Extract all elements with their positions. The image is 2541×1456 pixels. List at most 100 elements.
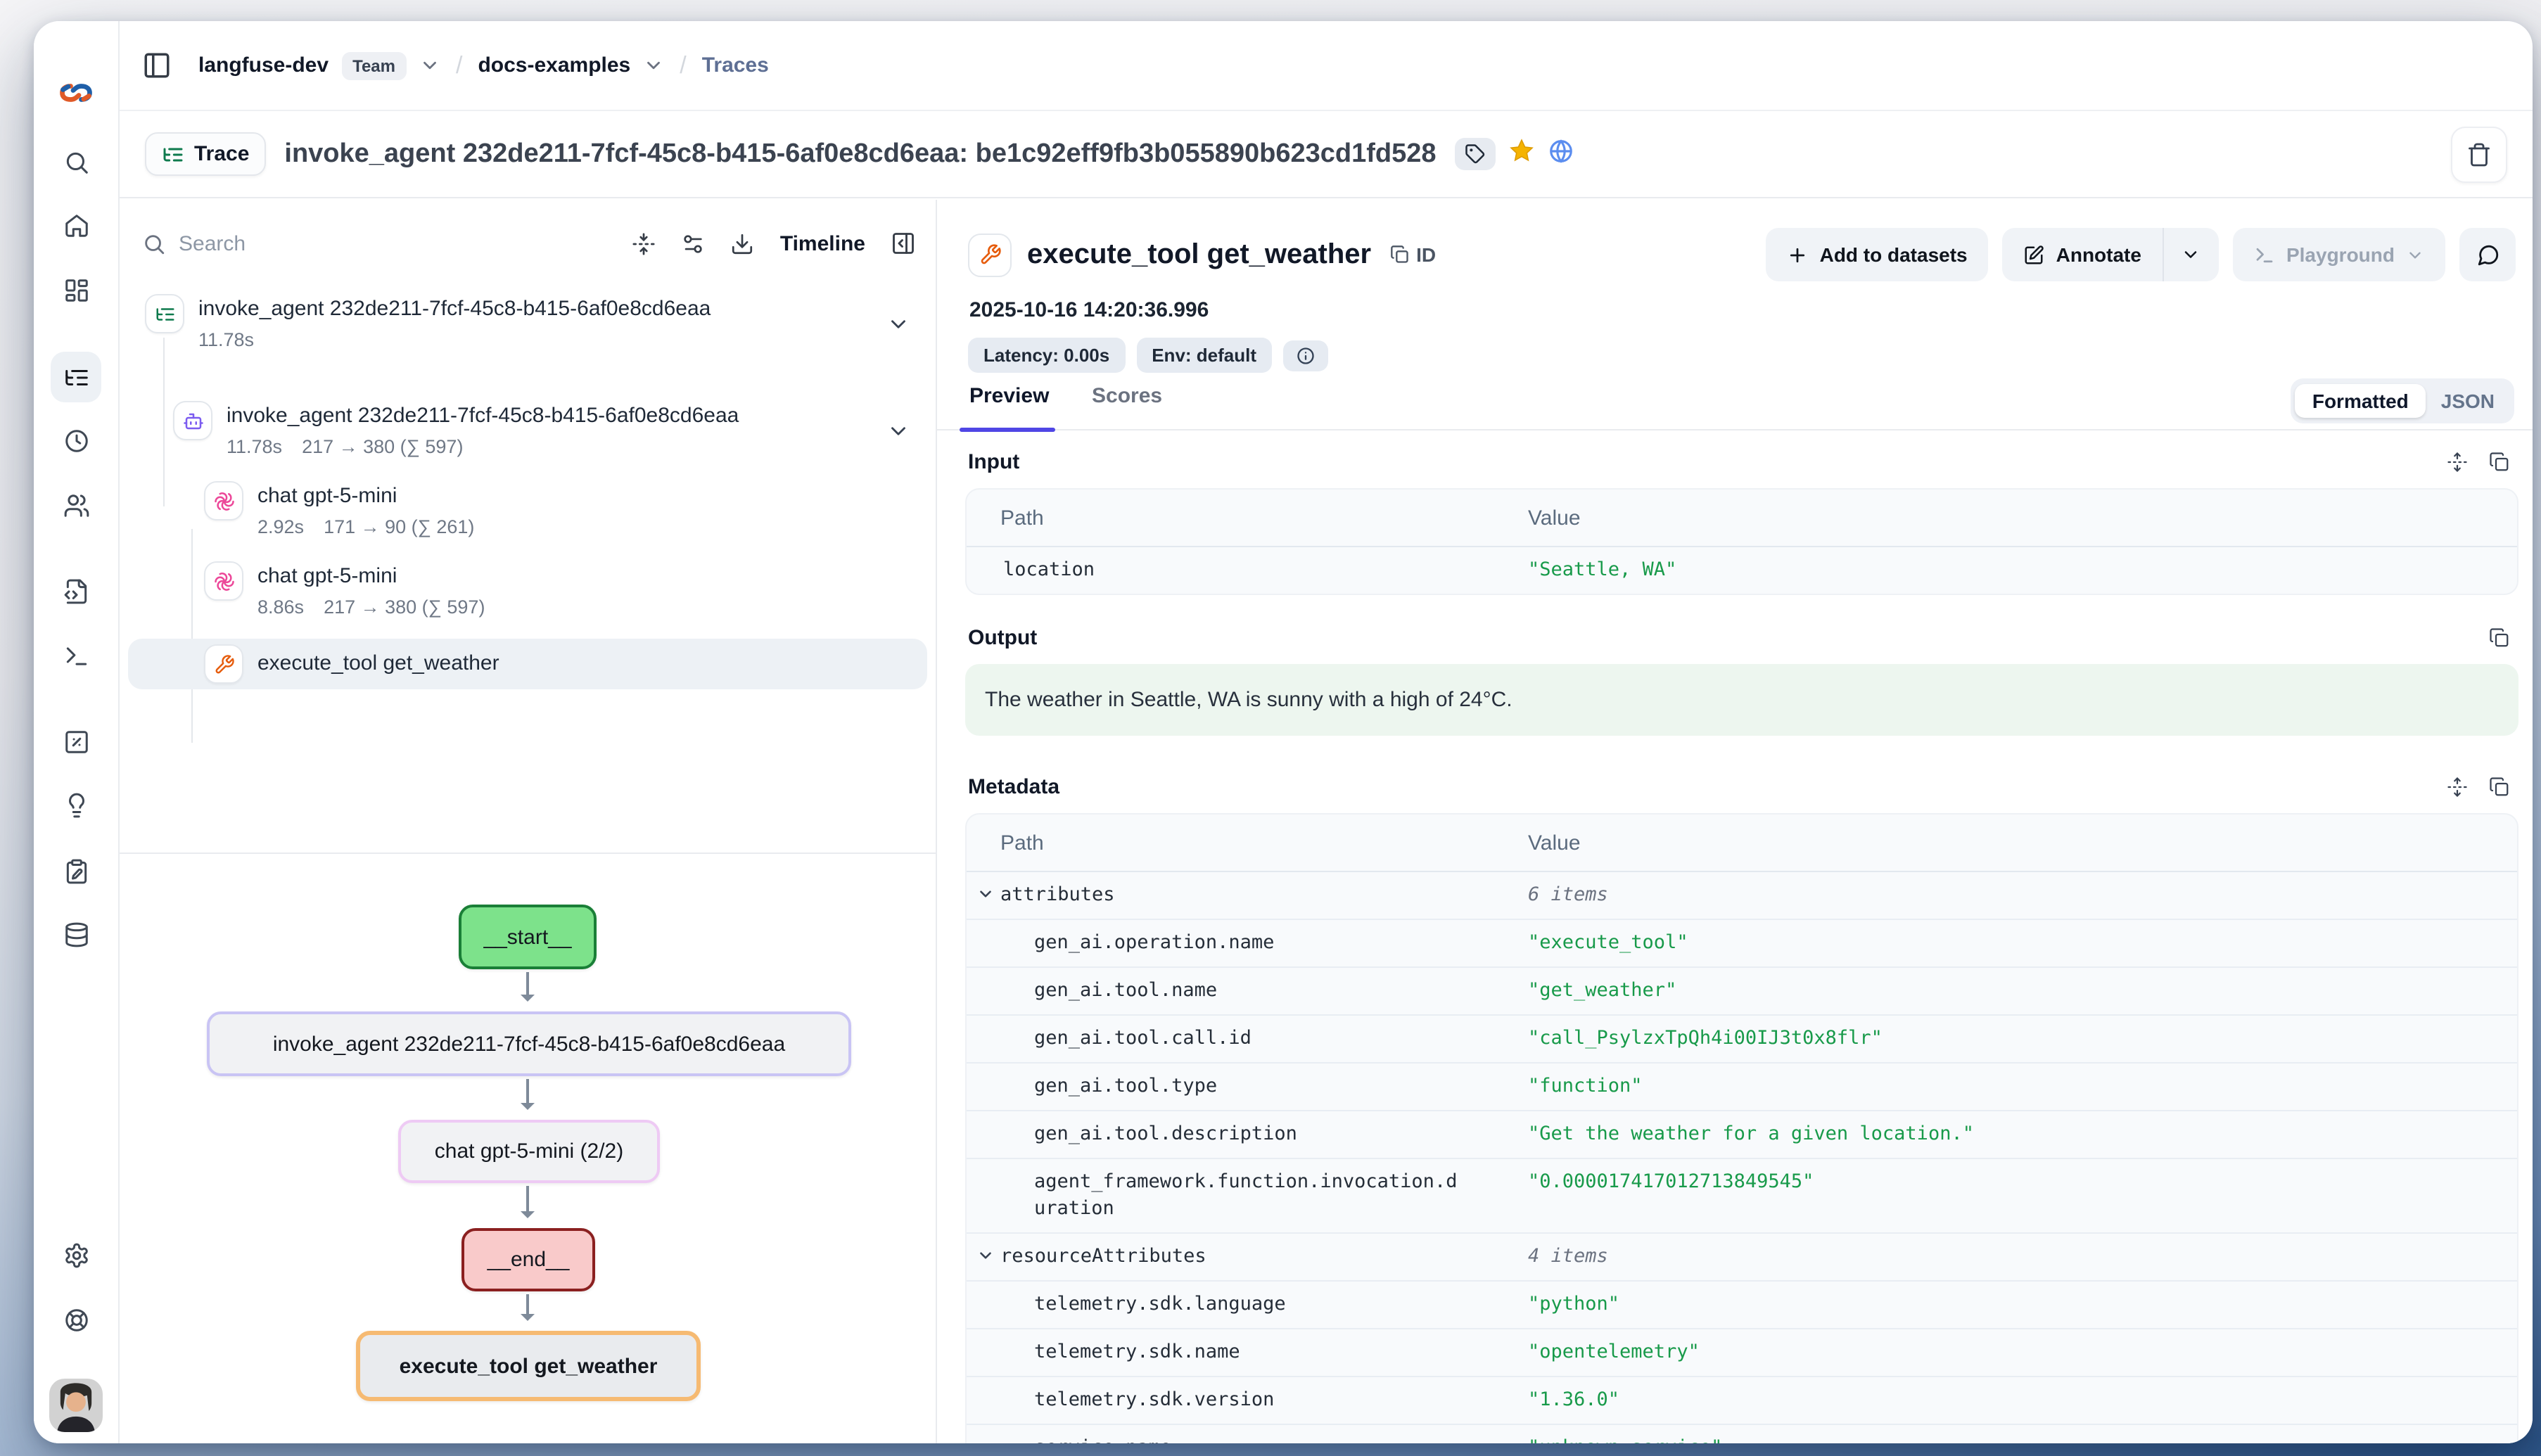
table-row: gen_ai.tool.type"function" [967,1064,2517,1111]
tree-item-title: invoke_agent 232de211-7fcf-45c8-b415-6af… [227,394,927,430]
row-path: gen_ai.tool.call.id [967,1026,1528,1052]
search-input[interactable] [179,231,390,255]
tree-item-generation[interactable]: chat gpt-5-mini2.92s171 → 90 (∑ 261) [128,474,927,554]
row-path: resourceAttributes [967,1244,1528,1270]
breadcrumb-section-traces[interactable]: Traces [702,53,769,77]
comments-button[interactable] [2459,228,2516,281]
tags-button[interactable] [1454,138,1495,170]
chevron-down-icon[interactable] [886,312,910,336]
breadcrumb-org[interactable]: langfuse-dev [198,53,329,77]
table-row: gen_ai.operation.name"execute_tool" [967,920,2517,968]
agent-graph-panel: __start__ invoke_agent 232de211-7fcf-45c8… [120,852,936,1443]
org-logo [55,72,97,121]
chevron-down-icon[interactable] [643,55,664,76]
row-path: agent_framework.function.invocation.dura… [967,1169,1528,1222]
public-globe-icon[interactable] [1547,137,1574,171]
copy-icon [1389,245,1409,264]
tab-scores[interactable]: Scores [1092,384,1162,408]
table-row: telemetry.sdk.language"python" [967,1282,2517,1329]
graph-edge-arrow [526,1294,529,1320]
chevron-down-icon[interactable] [419,55,440,76]
graph-node-chat[interactable]: chat gpt-5-mini (2/2) [398,1120,660,1183]
breadcrumb-project[interactable]: docs-examples [478,53,630,77]
trace-icon [145,294,184,333]
timeline-toggle[interactable]: Timeline [780,231,865,255]
expand-section-button[interactable] [2447,452,2468,473]
nav-support-lifebuoy-icon[interactable] [51,1294,101,1345]
graph-node-execute-tool[interactable]: execute_tool get_weather [356,1331,701,1401]
nav-tracing-tree-icon[interactable] [51,352,101,402]
breadcrumb: langfuse-dev Team / docs-examples / Trac… [120,21,2533,111]
table-row: telemetry.sdk.name"opentelemetry" [967,1329,2517,1377]
table-row: location"Seattle, WA" [967,547,2517,594]
annotate-button[interactable]: Annotate [2003,228,2163,281]
observation-title: execute_tool get_weather [1027,238,1371,271]
collapse-all-button[interactable] [632,231,656,255]
metadata-section-heading: Metadata [968,775,1059,799]
env-badge: Env: default [1136,338,1272,373]
tree-item-title: chat gpt-5-mini [257,554,927,591]
table-group-row[interactable]: resourceAttributes4 items [967,1234,2517,1282]
user-avatar[interactable] [49,1379,103,1432]
annotate-dropdown-button[interactable] [2163,228,2219,281]
tree-settings-button[interactable] [682,231,706,255]
copy-metadata-button[interactable] [2489,777,2510,798]
nav-datasets-database-icon[interactable] [51,909,101,959]
row-value: "call_PsylzxTpQh4i00IJ3t0x8flr" [1528,1026,2517,1052]
tree-item-duration: 8.86s [257,596,304,618]
nav-insights-bulb-icon[interactable] [51,779,101,830]
collapse-panel-button[interactable] [891,231,916,256]
star-bookmark-icon[interactable] [1508,137,1534,171]
nav-settings-gear-icon[interactable] [51,1230,101,1280]
row-path: telemetry.sdk.language [967,1291,1528,1318]
row-path: gen_ai.operation.name [967,930,1528,957]
tree-item-agent[interactable]: invoke_agent 232de211-7fcf-45c8-b415-6af… [128,394,927,474]
copy-id-button[interactable]: ID [1389,243,1436,266]
graph-edge-arrow [526,972,529,1000]
tree-item-generation[interactable]: chat gpt-5-mini8.86s217 → 380 (∑ 597) [128,554,927,634]
trace-title-bar: Trace invoke_agent 232de211-7fcf-45c8-b4… [120,111,2533,198]
playground-button[interactable]: Playground [2233,228,2445,281]
input-section-heading: Input [968,450,1019,474]
nav-search-icon[interactable] [51,136,101,187]
format-toggle-formatted[interactable]: Formatted [2295,384,2426,418]
graph-node-end[interactable]: __end__ [461,1228,595,1291]
delete-trace-button[interactable] [2451,126,2507,182]
download-button[interactable] [731,231,755,255]
nav-evaluators-percent-icon[interactable] [51,716,101,767]
copy-output-button[interactable] [2489,627,2510,649]
copy-input-button[interactable] [2489,452,2510,473]
tree-item-tool[interactable]: execute_tool get_weather [128,639,927,689]
tab-preview[interactable]: Preview [960,384,1059,408]
row-path: telemetry.sdk.name [967,1339,1528,1366]
input-table: Path Value location"Seattle, WA" [965,488,2518,595]
trace-title: invoke_agent 232de211-7fcf-45c8-b415-6af… [284,139,1436,170]
nav-annotation-clipboard-icon[interactable] [51,845,101,896]
search-icon [142,231,166,255]
nav-home-icon[interactable] [51,200,101,250]
latency-badge: Latency: 0.00s [968,338,1125,373]
sidebar-toggle-button[interactable] [142,51,172,80]
nav-dashboards-icon[interactable] [51,264,101,315]
add-to-datasets-button[interactable]: Add to datasets [1766,228,1989,281]
graph-edge-arrow [526,1079,529,1109]
nav-playground-terminal-icon[interactable] [51,630,101,681]
tree-item-title: invoke_agent 232de211-7fcf-45c8-b415-6af… [198,287,927,324]
nav-sessions-clock-icon[interactable] [51,415,101,466]
format-toggle-json[interactable]: JSON [2426,384,2510,418]
app-window: langfuse-dev Team / docs-examples / Trac… [34,21,2533,1443]
tree-item-title: execute_tool get_weather [257,650,499,678]
row-value: "opentelemetry" [1528,1339,2517,1366]
graph-node-invoke-agent[interactable]: invoke_agent 232de211-7fcf-45c8-b415-6af… [207,1011,851,1076]
info-badge[interactable] [1283,340,1328,371]
nav-users-icon[interactable] [51,480,101,530]
expand-section-button[interactable] [2447,777,2468,798]
row-items-count: 6 items [1528,882,2517,909]
generation-icon [204,481,243,521]
tree-item-trace[interactable]: invoke_agent 232de211-7fcf-45c8-b415-6af… [128,287,927,367]
chevron-down-icon[interactable] [886,419,910,443]
table-group-row[interactable]: attributes6 items [967,872,2517,920]
tool-wrench-icon [968,233,1012,276]
nav-prompts-code-file-icon[interactable] [51,566,101,616]
graph-node-start[interactable]: __start__ [459,905,597,969]
